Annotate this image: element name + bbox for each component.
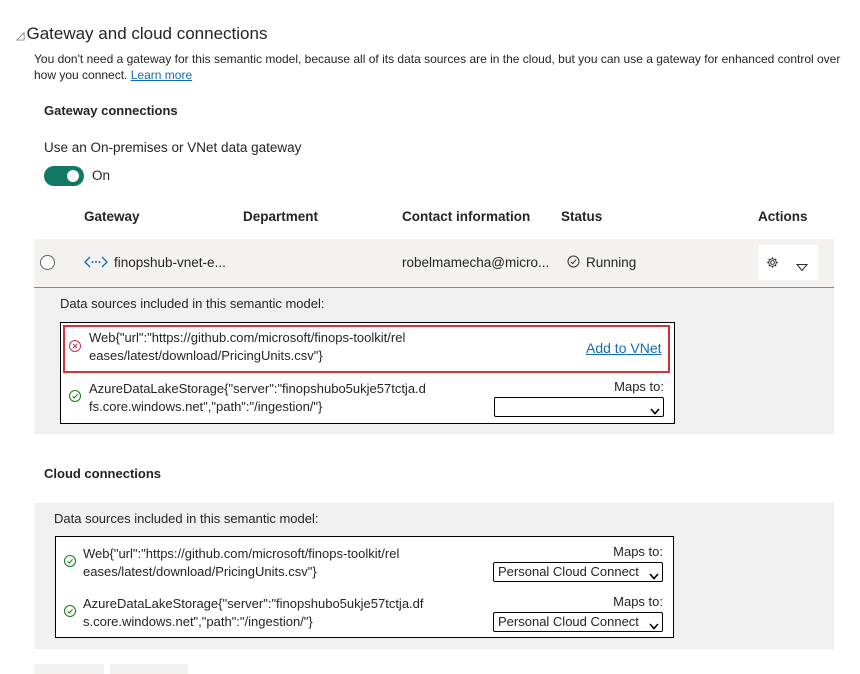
column-header-department: Department — [243, 209, 319, 224]
cloud-source-adls: AzureDataLakeStorage{"server":"finopshub… — [83, 595, 424, 631]
source-line-2: eases/latest/download/PricingUnits.csv"} — [83, 564, 317, 579]
gateway-source-list: Web{"url":"https://github.com/microsoft/… — [60, 322, 675, 424]
chevron-down-icon — [650, 403, 660, 416]
source-line-2: s.core.windows.net","path":"/ingestion/"… — [83, 614, 313, 629]
gateway-row[interactable]: finopshub-vnet-e... robelmamecha@micro..… — [34, 239, 834, 288]
column-header-contact: Contact information — [402, 209, 531, 224]
gateway-toggle-label: Use an On-premises or VNet data gateway — [44, 140, 302, 155]
maps-to-label: Maps to: — [613, 594, 663, 609]
gateway-name: finopshub-vnet-e... — [114, 255, 226, 270]
gateway-maps-to-select[interactable] — [494, 397, 664, 417]
success-icon — [64, 605, 76, 617]
gateway-source-web: Web{"url":"https://github.com/microsoft/… — [89, 329, 405, 365]
success-icon — [69, 390, 81, 402]
gear-icon[interactable] — [766, 256, 779, 274]
toggle-state-text: On — [92, 168, 111, 183]
cloud-datasources-panel: Data sources included in this semantic m… — [34, 503, 834, 649]
source-line-1: Web{"url":"https://github.com/microsoft/… — [83, 546, 400, 561]
source-line-2: fs.core.windows.net","path":"/ingestion/… — [89, 399, 323, 414]
learn-more-link[interactable]: Learn more — [131, 68, 192, 82]
cloud-panel-title: Data sources included in this semantic m… — [54, 511, 319, 526]
source-line-1: AzureDataLakeStorage{"server":"finopshub… — [89, 381, 426, 396]
source-line-1: AzureDataLakeStorage{"server":"finopshub… — [83, 596, 424, 611]
gateway-contact: robelmamecha@micro... — [402, 255, 550, 270]
source-line-1: Web{"url":"https://github.com/microsoft/… — [89, 330, 406, 345]
column-header-actions: Actions — [758, 209, 808, 224]
success-icon — [64, 555, 76, 567]
gateway-toggle[interactable] — [44, 166, 84, 186]
select-value: Personal Cloud Connect — [498, 614, 639, 629]
error-icon — [69, 340, 81, 352]
vnet-icon — [84, 254, 108, 273]
cloud-connections-heading: Cloud connections — [44, 466, 161, 481]
gateway-radio[interactable] — [40, 255, 55, 270]
cloud-source-web: Web{"url":"https://github.com/microsoft/… — [83, 545, 399, 581]
gateway-source-adls: AzureDataLakeStorage{"server":"finopshub… — [89, 380, 426, 416]
gateway-status: Running — [586, 255, 637, 270]
chevron-down-icon[interactable] — [795, 259, 809, 277]
row-actions — [759, 245, 818, 280]
gateway-datasources-panel: Data sources included in this semantic m… — [34, 288, 834, 434]
column-header-gateway: Gateway — [84, 209, 140, 224]
chevron-down-icon — [649, 618, 659, 631]
cloud-maps-to-select-adls[interactable]: Personal Cloud Connect — [493, 612, 663, 632]
section-description: You don't need a gateway for this semant… — [34, 51, 849, 83]
cloud-maps-to-select-web[interactable]: Personal Cloud Connect — [493, 562, 663, 582]
check-circle-icon — [567, 255, 580, 271]
chevron-down-icon — [649, 568, 659, 581]
cloud-source-list: Web{"url":"https://github.com/microsoft/… — [55, 536, 674, 638]
section-title: Gateway and cloud connections — [26, 24, 268, 43]
apply-button[interactable] — [34, 664, 104, 674]
toggle-knob — [67, 170, 79, 182]
discard-button[interactable] — [110, 664, 188, 674]
gateway-panel-title: Data sources included in this semantic m… — [60, 296, 325, 311]
column-header-status: Status — [561, 209, 603, 224]
maps-to-label: Maps to: — [614, 379, 664, 394]
add-to-vnet-link[interactable]: Add to VNet — [586, 340, 662, 356]
select-value: Personal Cloud Connect — [498, 564, 639, 579]
section-header[interactable]: ◿ Gateway and cloud connections — [16, 24, 267, 44]
source-line-2: eases/latest/download/PricingUnits.csv"} — [89, 348, 323, 363]
maps-to-label: Maps to: — [613, 544, 663, 559]
gateway-connections-heading: Gateway connections — [44, 103, 178, 118]
collapse-triangle-icon[interactable]: ◿ — [16, 29, 24, 42]
